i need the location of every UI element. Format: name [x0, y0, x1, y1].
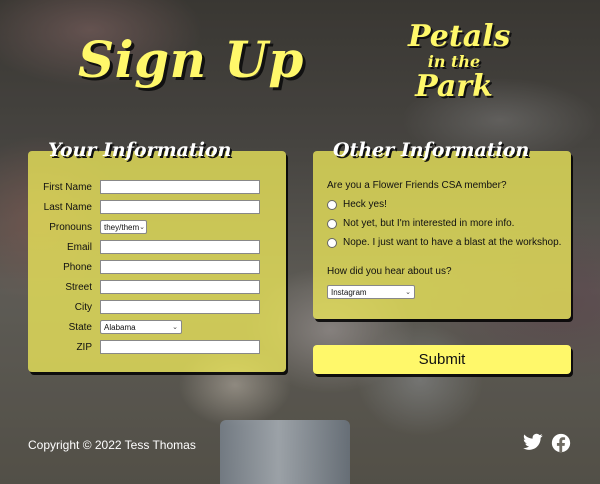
background-vase	[220, 420, 350, 484]
street-row: Street	[28, 279, 286, 295]
state-select[interactable]: Alabama ⌄	[100, 320, 182, 334]
logo-line-3: Park	[415, 69, 493, 104]
phone-input[interactable]	[100, 260, 260, 274]
page-title: Sign Up	[78, 30, 304, 89]
logo-line-1: Petals	[408, 19, 511, 54]
state-label: State	[68, 321, 92, 333]
radio-button[interactable]	[327, 219, 337, 229]
street-label: Street	[65, 281, 92, 293]
city-label: City	[74, 301, 92, 313]
radio-button[interactable]	[327, 200, 337, 210]
last-name-row: Last Name	[28, 199, 286, 215]
source-question: How did you hear about us?	[327, 266, 452, 277]
submit-button[interactable]: Submit	[313, 345, 571, 374]
chevron-down-icon: ⌄	[405, 289, 411, 296]
source-selected: Instagram	[331, 287, 367, 297]
email-label: Email	[66, 241, 92, 253]
other-information-heading: Other Information	[333, 139, 530, 161]
logo-line-2: in the	[427, 52, 481, 71]
email-row: Email	[28, 239, 286, 255]
chevron-down-icon: ⌄	[139, 224, 146, 231]
city-input[interactable]	[100, 300, 260, 314]
brand-logo: Petals in the Park	[408, 19, 511, 104]
csa-option-3[interactable]: Nope. I just want to have a blast at the…	[327, 236, 562, 250]
pronouns-row: Pronouns they/them ⌄	[28, 219, 286, 235]
pronouns-select[interactable]: they/them ⌄	[100, 220, 147, 234]
street-input[interactable]	[100, 280, 260, 294]
csa-option-2-label: Not yet, but I'm interested in more info…	[343, 218, 515, 229]
your-information-panel: Your Information First Name Last Name Pr…	[28, 139, 286, 372]
city-row: City	[28, 299, 286, 315]
csa-option-2[interactable]: Not yet, but I'm interested in more info…	[327, 217, 562, 231]
csa-option-1[interactable]: Heck yes!	[327, 198, 562, 212]
zip-row: ZIP	[28, 339, 286, 355]
your-information-heading: Your Information	[48, 139, 232, 161]
copyright-text: Copyright © 2022 Tess Thomas	[28, 438, 196, 452]
csa-option-1-label: Heck yes!	[343, 199, 387, 210]
facebook-icon[interactable]	[551, 433, 571, 457]
zip-label: ZIP	[76, 341, 92, 353]
email-input[interactable]	[100, 240, 260, 254]
pronouns-selected: they/them	[104, 222, 140, 232]
last-name-label: Last Name	[43, 201, 92, 213]
radio-button[interactable]	[327, 238, 337, 248]
source-select[interactable]: Instagram ⌄	[327, 285, 415, 299]
first-name-input[interactable]	[100, 180, 260, 194]
other-information-panel: Other Information Are you a Flower Frien…	[313, 139, 571, 319]
first-name-label: First Name	[43, 181, 92, 193]
csa-question: Are you a Flower Friends CSA member?	[327, 180, 507, 191]
last-name-input[interactable]	[100, 200, 260, 214]
state-row: State Alabama ⌄	[28, 319, 286, 335]
chevron-down-icon: ⌄	[172, 324, 178, 331]
phone-label: Phone	[63, 261, 92, 273]
csa-option-3-label: Nope. I just want to have a blast at the…	[343, 237, 562, 248]
first-name-row: First Name	[28, 179, 286, 195]
zip-input[interactable]	[100, 340, 260, 354]
state-selected: Alabama	[104, 322, 136, 332]
pronouns-label: Pronouns	[49, 221, 92, 233]
twitter-icon[interactable]	[523, 433, 543, 455]
phone-row: Phone	[28, 259, 286, 275]
